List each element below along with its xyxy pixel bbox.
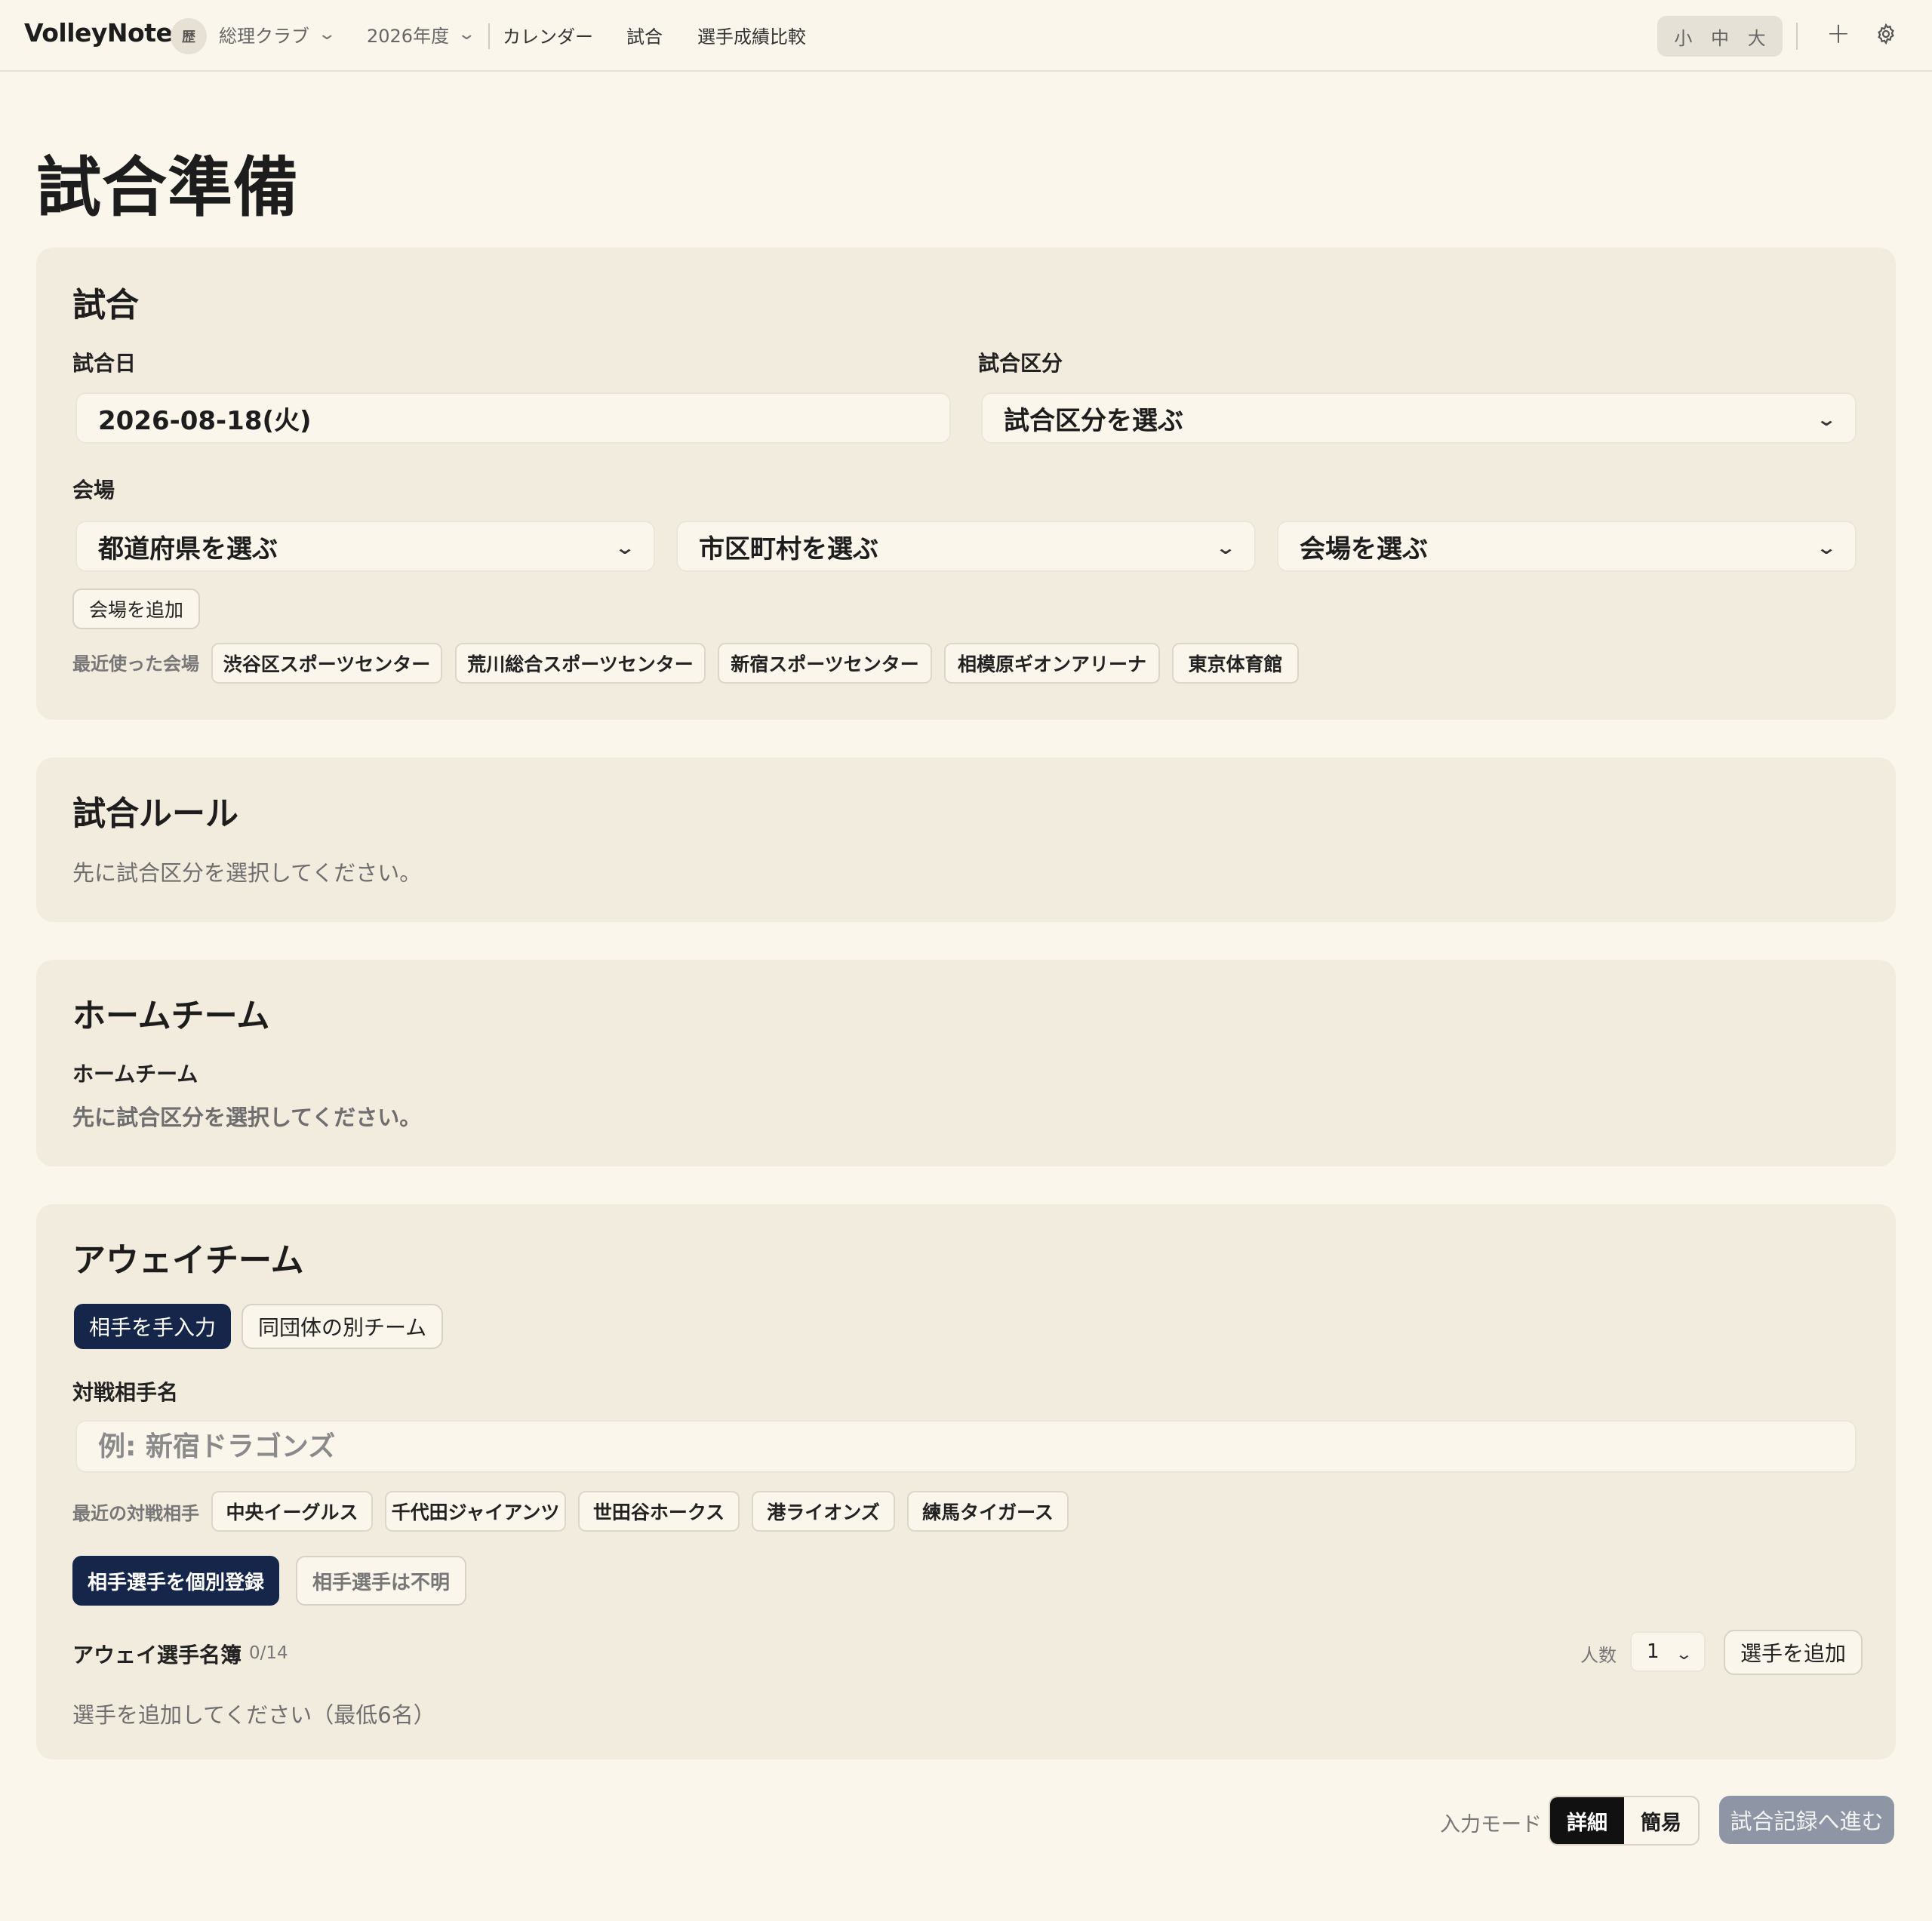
nav-link-calendar[interactable]: カレンダー [503,22,593,48]
away-team-heading: アウェイチーム [72,1241,304,1280]
match-type-placeholder: 試合区分を選ぶ [1004,405,1183,436]
club-selector[interactable]: 総理クラブ ⌄ [219,21,337,48]
add-player-button[interactable]: 選手を追加 [1724,1630,1863,1675]
rules-card: 試合ルール 先に試合区分を選択してください。 [36,758,1896,922]
player-count-select[interactable]: 1 ⌄ [1630,1631,1706,1672]
season-selector[interactable]: 2026年度 ⌄ [367,21,477,48]
away-roster-help-text: 選手を追加してください（最低6名） [72,1702,435,1728]
font-size-large[interactable]: 大 [1748,23,1766,50]
register-opponent-players-button[interactable]: 相手選手を個別登録 [72,1556,280,1606]
match-date-label: 試合日 [72,351,137,376]
recent-opponent-chip[interactable]: 港ライオンズ [752,1491,895,1532]
proceed-to-match-record-button[interactable]: 試合記録へ進む [1719,1796,1894,1844]
font-size-medium[interactable]: 中 [1711,23,1729,50]
prefecture-placeholder: 都道府県を選ぶ [98,533,278,564]
match-type-label: 試合区分 [978,351,1063,376]
same-org-team-tab[interactable]: 同団体の別チーム [242,1304,444,1349]
chevron-down-icon: ⌄ [1214,537,1237,558]
plus-icon[interactable]: + [1826,17,1850,50]
match-date-field[interactable]: 2026-08-18(火) [75,392,951,444]
recent-venue-chip[interactable]: 渋谷区スポーツセンター [211,643,442,684]
city-select[interactable]: 市区町村を選ぶ ⌄ [676,521,1256,572]
recent-opponents-label: 最近の対戦相手 [72,1503,199,1524]
club-name: 総理クラブ [219,26,309,47]
rules-heading: 試合ルール [72,795,238,833]
match-card: 試合 試合日 2026-08-18(火) 試合区分 試合区分を選ぶ ⌄ 会場 都… [36,247,1896,720]
input-mode-toggle: 詳細 簡易 [1549,1796,1700,1846]
input-mode-detail[interactable]: 詳細 [1550,1797,1624,1844]
chevron-down-icon: ⌄ [1815,537,1838,558]
page-title: 試合準備 [36,150,299,226]
opponent-name-input[interactable] [75,1420,1857,1473]
venue-placeholder: 会場を選ぶ [1300,533,1428,564]
nav-link-matches[interactable]: 試合 [626,22,663,48]
rules-help-text: 先に試合区分を選択してください。 [72,860,422,886]
recent-opponent-chip[interactable]: 世田谷ホークス [578,1491,740,1532]
prefecture-select[interactable]: 都道府県を選ぶ ⌄ [75,521,655,572]
home-team-label: ホームチーム [72,1062,198,1087]
manual-opponent-tab[interactable]: 相手を手入力 [74,1304,232,1349]
gear-icon[interactable] [1875,23,1897,45]
input-mode-simple[interactable]: 簡易 [1624,1797,1698,1844]
city-placeholder: 市区町村を選ぶ [699,533,878,564]
chevron-down-icon: ⌄ [317,25,337,44]
player-count-value: 1 [1647,1640,1660,1663]
chevron-down-icon: ⌄ [614,537,636,558]
away-roster-count: 0/14 [249,1643,288,1663]
player-count-label: 人数 [1580,1645,1617,1666]
recent-venue-chip[interactable]: 相模原ギオンアリーナ [944,643,1160,684]
chevron-down-icon: ⌄ [457,25,477,44]
chevron-down-icon: ⌄ [1815,409,1838,430]
home-team-card: ホームチーム ホームチーム 先に試合区分を選択してください。 [36,960,1896,1166]
venue-label: 会場 [72,478,115,503]
match-type-select[interactable]: 試合区分を選ぶ ⌄ [981,392,1857,444]
away-roster-label: アウェイ選手名簿 [72,1643,242,1667]
opponent-name-label: 対戦相手名 [72,1380,179,1405]
recent-opponent-chip[interactable]: 練馬タイガース [907,1491,1069,1532]
recent-opponent-chip[interactable]: 千代田ジャイアンツ [385,1491,566,1532]
away-team-card: アウェイチーム 相手を手入力 同団体の別チーム 対戦相手名 最近の対戦相手 中央… [36,1204,1896,1760]
brand-logo[interactable]: VolleyNote [24,18,173,48]
chevron-down-icon: ⌄ [1675,1645,1694,1663]
nav-divider [488,23,490,49]
font-size-small[interactable]: 小 [1674,23,1692,50]
club-avatar: 歴 [171,18,207,54]
match-date-value: 2026-08-18(火) [98,405,312,436]
recent-venue-chip[interactable]: 荒川総合スポーツセンター [455,643,706,684]
nav-link-player-stats[interactable]: 選手成績比較 [697,22,806,48]
input-mode-label: 入力モード [1440,1813,1542,1836]
recent-venue-chip[interactable]: 東京体育館 [1172,643,1299,684]
add-venue-button[interactable]: 会場を追加 [72,589,201,629]
match-heading: 試合 [72,286,139,324]
font-size-toggle: 小 中 大 [1657,16,1783,57]
recent-opponent-chip[interactable]: 中央イーグルス [211,1491,373,1532]
season-name: 2026年度 [367,26,450,47]
nav-divider [1796,23,1798,50]
home-team-help-text: 先に試合区分を選択してください。 [72,1105,422,1130]
recent-venues-label: 最近使った会場 [72,653,199,675]
recent-venue-chip[interactable]: 新宿スポーツセンター [718,643,932,684]
home-team-heading: ホームチーム [72,997,270,1035]
venue-select[interactable]: 会場を選ぶ ⌄ [1277,521,1857,572]
top-nav: VolleyNote 歴 総理クラブ ⌄ 2026年度 ⌄ カレンダー 試合 選… [0,0,1932,72]
opponent-players-unknown-button[interactable]: 相手選手は不明 [296,1556,467,1606]
